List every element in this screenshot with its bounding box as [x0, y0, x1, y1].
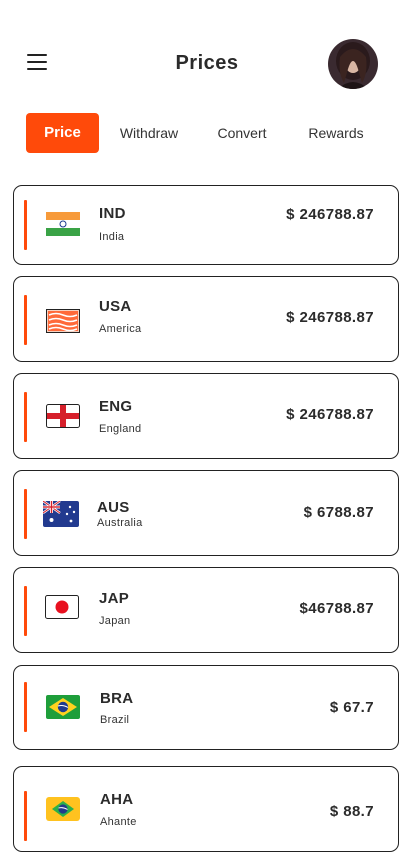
currency-name: America: [99, 323, 142, 335]
currency-code: IND: [99, 205, 126, 222]
tab-withdraw[interactable]: Withdraw: [114, 113, 184, 153]
currency-price: $ 246788.87: [286, 206, 374, 223]
japan-flag-icon: [45, 595, 79, 619]
accent-bar: [24, 586, 27, 636]
tab-rewards[interactable]: Rewards: [303, 113, 369, 153]
currency-price: $ 67.7: [329, 699, 374, 716]
currency-card-aus[interactable]: AUS Australia $ 6788.87: [13, 470, 399, 556]
currency-price: $ 6788.87: [303, 504, 374, 521]
brazil-flag-icon: [46, 797, 80, 821]
app-header: Prices: [0, 0, 414, 110]
tab-price[interactable]: Price: [26, 113, 99, 153]
currency-code: ENG: [99, 398, 133, 415]
accent-bar: [24, 392, 27, 442]
accent-bar: [24, 682, 27, 732]
currency-card-usa[interactable]: USA America $ 246788.87: [13, 276, 399, 362]
currency-code: BRA: [100, 690, 134, 707]
currency-name: India: [99, 231, 125, 243]
currency-name: Japan: [99, 615, 131, 627]
australia-flag-icon: [43, 501, 79, 527]
currency-name: Brazil: [100, 714, 130, 726]
currency-card-jap[interactable]: JAP Japan $46788.87: [13, 567, 399, 653]
currency-code: AHA: [100, 791, 134, 808]
currency-price: $ 246788.87: [286, 406, 374, 423]
currency-price: $ 246788.87: [286, 309, 374, 326]
tab-convert[interactable]: Convert: [211, 113, 273, 153]
india-flag-icon: [46, 212, 80, 236]
england-flag-icon: [46, 404, 80, 428]
currency-price: $46788.87: [299, 600, 374, 617]
currency-card-ind[interactable]: IND India $ 246788.87: [13, 185, 399, 265]
brazil-flag-icon: [46, 695, 80, 719]
currency-name: Australia: [97, 517, 143, 529]
currency-card-bra[interactable]: BRA Brazil $ 67.7: [13, 665, 399, 750]
currency-code: AUS: [97, 499, 130, 516]
currency-card-eng[interactable]: ENG England $ 246788.87: [13, 373, 399, 459]
avatar[interactable]: [328, 39, 378, 89]
user-avatar-icon: [328, 39, 378, 89]
usa-flag-icon: [46, 309, 80, 333]
currency-code: JAP: [99, 590, 130, 607]
accent-bar: [24, 791, 27, 841]
currency-price: $ 88.7: [329, 803, 374, 820]
currency-name: England: [99, 423, 142, 435]
accent-bar: [24, 200, 27, 250]
accent-bar: [24, 295, 27, 345]
currency-card-aha[interactable]: AHA Ahante $ 88.7: [13, 766, 399, 852]
currency-code: USA: [99, 298, 132, 315]
currency-name: Ahante: [100, 816, 137, 828]
accent-bar: [24, 489, 27, 539]
